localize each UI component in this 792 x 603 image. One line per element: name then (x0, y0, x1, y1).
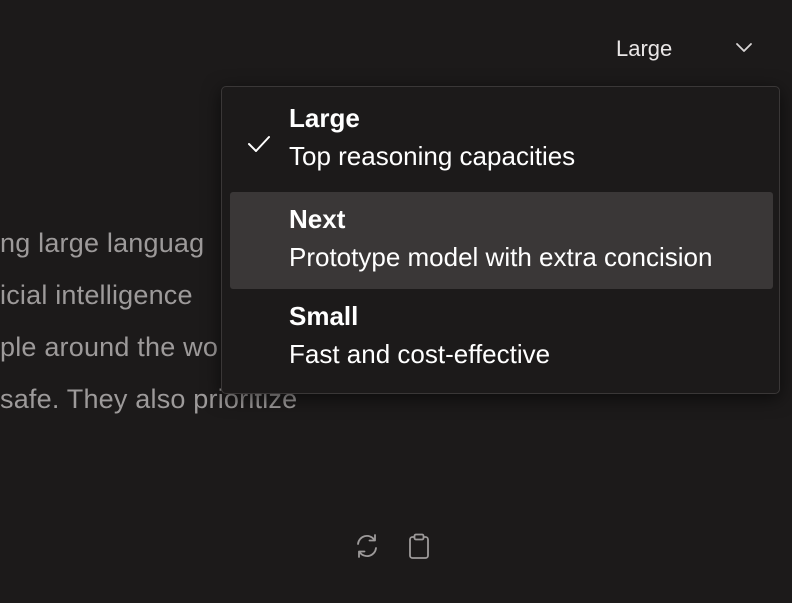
chevron-down-icon (736, 43, 752, 52)
model-option-description: Top reasoning capacities (289, 141, 576, 171)
model-option-title: Large (289, 103, 360, 133)
model-option-small[interactable]: Small Fast and cost-effective (230, 289, 773, 386)
model-option-description: Fast and cost-effective (289, 339, 551, 369)
response-line: icial intelligence (0, 280, 193, 310)
model-selector-label: Large (616, 36, 673, 61)
model-option-title: Small (289, 301, 359, 331)
model-option-large[interactable]: Large Top reasoning capacities (230, 91, 773, 188)
model-option-title: Next (289, 204, 346, 234)
refresh-icon[interactable] (353, 532, 381, 560)
clipboard-icon[interactable] (405, 532, 433, 560)
model-dropdown-menu: Large Top reasoning capacities Next Prot… (221, 86, 780, 394)
model-selector-dropdown[interactable]: Large (600, 26, 770, 70)
chat-page: ng large languag icial intelligence ple … (0, 0, 792, 603)
model-option-next[interactable]: Next Prototype model with extra concisio… (230, 192, 773, 289)
check-icon (248, 136, 270, 152)
response-line: ng large languag (0, 228, 205, 258)
model-option-description: Prototype model with extra concision (289, 242, 713, 272)
response-line: ple around the wo (0, 332, 219, 362)
